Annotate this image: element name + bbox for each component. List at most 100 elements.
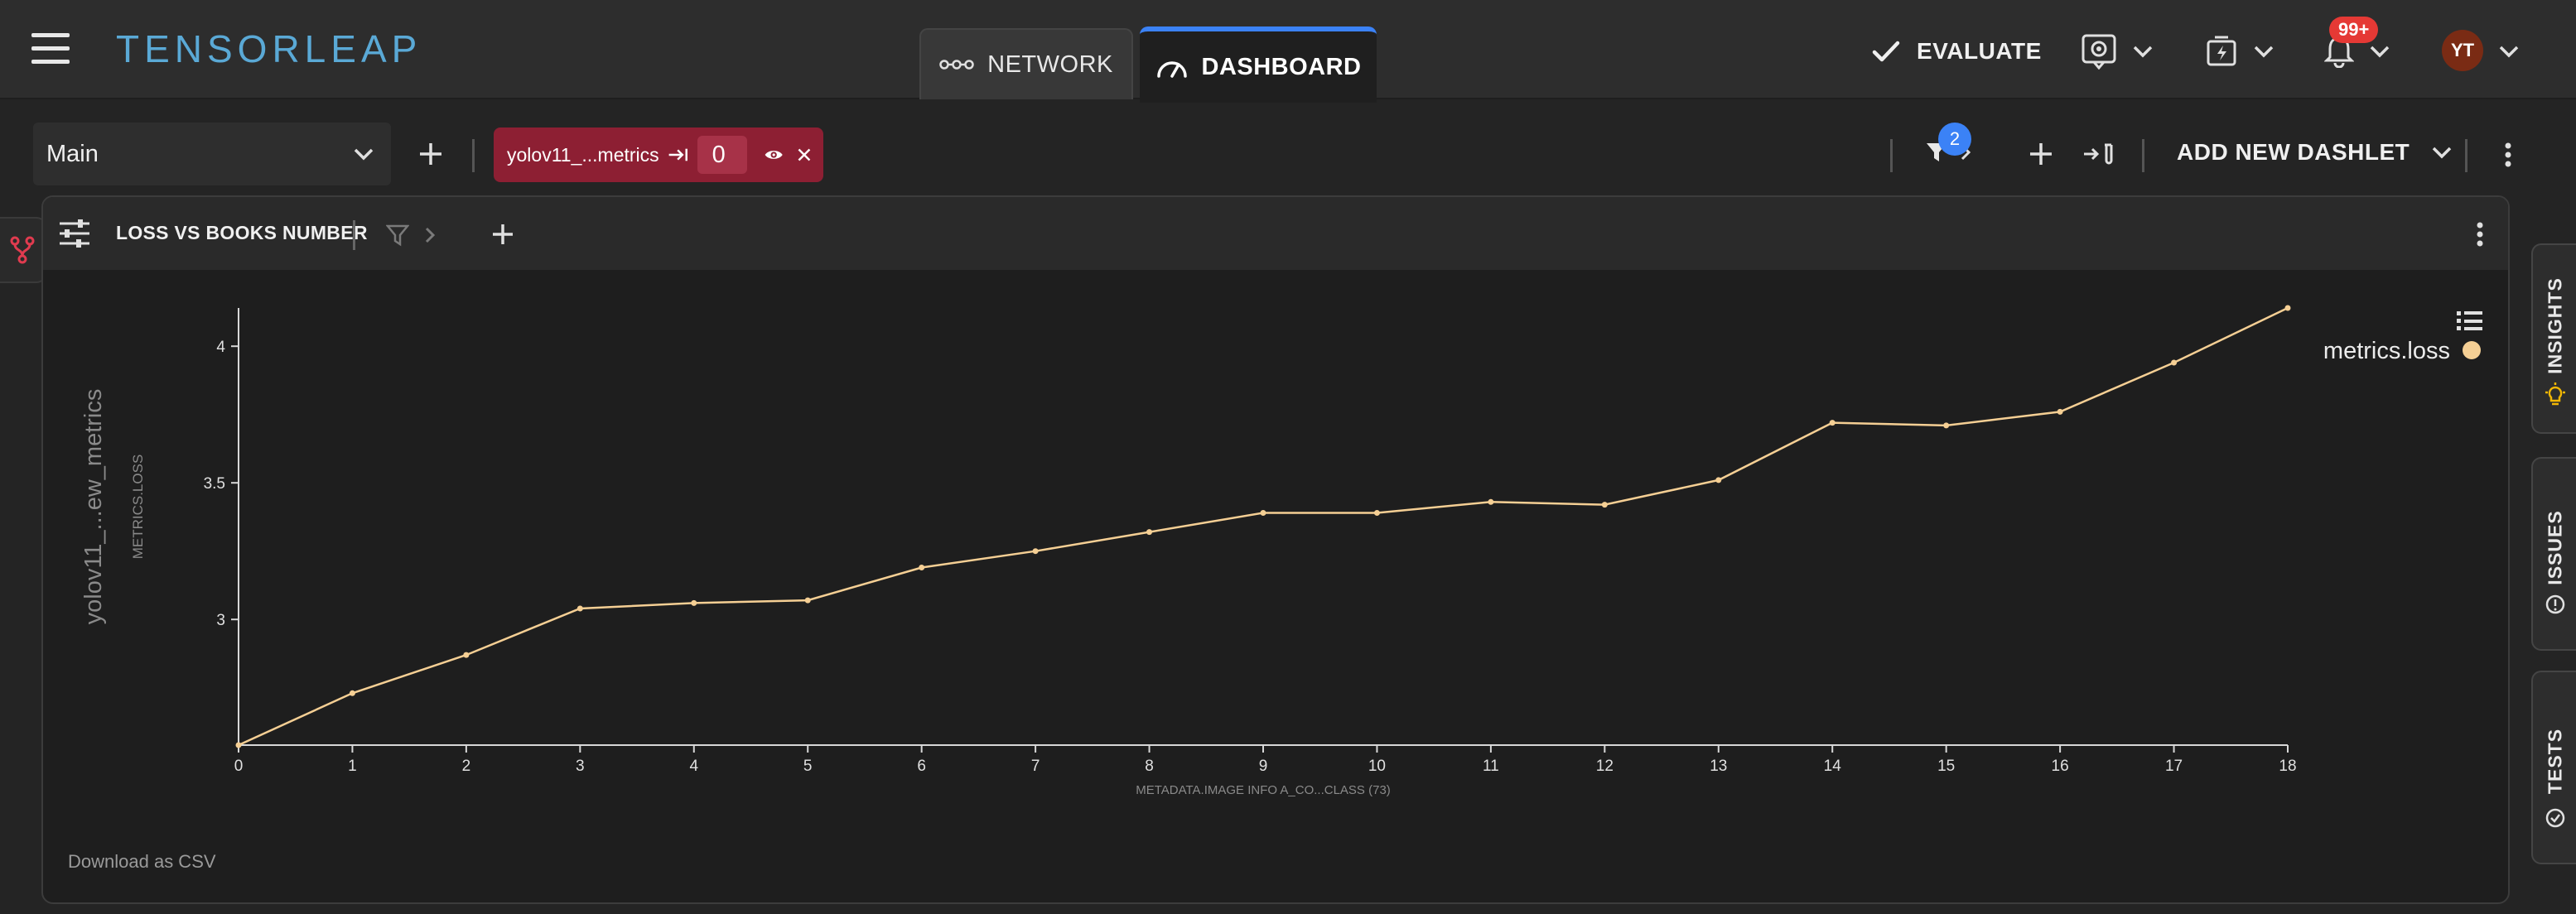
divider [472, 139, 475, 172]
tab-network[interactable]: NETWORK [919, 28, 1133, 99]
support-icon [2082, 34, 2116, 70]
data-point[interactable] [1829, 420, 1836, 426]
lightbulb-icon [2545, 382, 2565, 406]
data-point[interactable] [1032, 548, 1039, 555]
side-tab-insights[interactable]: INSIGHTS [2531, 243, 2576, 434]
data-point[interactable] [576, 605, 583, 612]
evaluate-button[interactable]: EVALUATE [1872, 31, 2042, 71]
data-point[interactable] [1260, 510, 1266, 516]
data-point[interactable] [1373, 510, 1380, 516]
dashlet-add-button[interactable] [490, 222, 515, 251]
legend-series-label[interactable]: metrics.loss [2323, 338, 2450, 364]
plus-icon [493, 224, 513, 244]
data-point[interactable] [1601, 502, 1608, 508]
data-point[interactable] [1146, 529, 1153, 536]
data-point[interactable] [1943, 422, 1950, 429]
side-tab-issues-label: ISSUES [2544, 510, 2566, 585]
x-tick-label: 6 [917, 758, 926, 775]
download-csv-link[interactable]: Download as CSV [68, 851, 216, 873]
chevron-down-icon [354, 148, 374, 161]
divider [353, 220, 355, 250]
x-tick-label: 12 [1596, 758, 1614, 775]
data-point[interactable] [1488, 498, 1494, 505]
x-tick-label: 3 [576, 758, 585, 775]
chart-ylabel: METRICS.LOSS [130, 455, 146, 560]
divider [1890, 139, 1893, 172]
dashlet-title: LOSS VS BOOKS NUMBER [116, 222, 368, 243]
chevron-right-icon [425, 227, 436, 243]
data-point[interactable] [919, 565, 925, 570]
left-panel-toggle[interactable] [0, 217, 46, 283]
x-tick-label: 7 [1031, 758, 1040, 775]
data-point[interactable] [2284, 305, 2291, 311]
y-tick-label: 4 [216, 339, 225, 356]
add-new-dashlet-label: ADD NEW DASHLET [2177, 139, 2410, 165]
x-tick-label: 8 [1145, 758, 1154, 775]
user-menu-chevron[interactable] [2498, 45, 2520, 62]
plus-icon [2030, 143, 2052, 165]
x-tick-label: 5 [803, 758, 813, 775]
x-tick-label: 4 [689, 758, 698, 775]
hamburger-menu-icon[interactable] [31, 33, 71, 65]
more-vertical-icon [2477, 222, 2483, 247]
x-tick-label: 17 [2165, 758, 2183, 775]
dashboard-more-button[interactable] [2503, 142, 2513, 171]
legend-series-swatch [2463, 341, 2481, 359]
tab-dashboard[interactable]: DASHBOARD [1140, 26, 1377, 103]
x-tick-label: 13 [1710, 758, 1727, 775]
chevron-down-icon [2370, 46, 2390, 58]
data-point[interactable] [2057, 408, 2063, 415]
dashlet-settings-button[interactable] [58, 219, 91, 253]
dashboard-select-value: Main [46, 140, 99, 167]
filter-chip[interactable]: yolov11_...metrics 0 [494, 127, 823, 182]
data-point[interactable] [2171, 359, 2178, 366]
dashboard-select[interactable]: Main [33, 123, 391, 185]
add-dashboard-button[interactable] [417, 141, 444, 171]
arrow-to-line-icon [668, 148, 687, 161]
legend-toggle-icon[interactable] [2457, 311, 2482, 330]
data-point[interactable] [349, 690, 355, 696]
close-icon[interactable] [797, 146, 812, 164]
y-tick-label: 3.5 [204, 475, 225, 493]
dashlet-more-button[interactable] [2475, 222, 2485, 251]
data-point[interactable] [235, 742, 242, 748]
divider [2142, 139, 2144, 172]
apply-to-test-button[interactable] [2082, 142, 2115, 170]
app-logo: TENSORLEAP [116, 27, 422, 70]
evaluate-label: EVALUATE [1917, 38, 2042, 64]
chevron-down-icon [2433, 147, 2452, 159]
x-tick-label: 10 [1368, 758, 1386, 775]
x-tick-label: 11 [1483, 758, 1499, 775]
speedometer-icon [1156, 61, 1187, 78]
jobs-icon [2207, 36, 2236, 66]
help-menu-button[interactable] [2081, 25, 2154, 78]
x-tick-label: 18 [2279, 758, 2296, 775]
chevron-down-icon [2499, 46, 2519, 58]
series-layer [235, 305, 2291, 748]
data-point[interactable] [1715, 477, 1722, 483]
chevron-down-icon [2254, 46, 2274, 58]
chevron-down-icon [2133, 46, 2153, 58]
data-point[interactable] [691, 599, 697, 606]
alert-circle-icon [2545, 594, 2565, 614]
data-point[interactable] [463, 652, 470, 658]
add-filter-button[interactable] [2028, 141, 2054, 171]
x-tick-label: 16 [2052, 758, 2069, 775]
side-tab-issues[interactable]: ISSUES [2531, 457, 2576, 651]
user-avatar[interactable]: YT [2442, 30, 2483, 71]
filter-value-input[interactable]: 0 [697, 136, 747, 174]
checkmark-icon [1872, 41, 1900, 62]
arrow-to-flask-icon [2084, 143, 2113, 165]
more-vertical-icon [2505, 142, 2511, 167]
add-new-dashlet-button[interactable]: ADD NEW DASHLET [2177, 139, 2453, 166]
filter-outline-icon [386, 224, 409, 247]
x-tick-label: 9 [1259, 758, 1268, 775]
check-circle-icon [2545, 808, 2565, 828]
jobs-menu-button[interactable] [2205, 25, 2275, 78]
data-point[interactable] [804, 597, 811, 604]
y-ticks: 33.54 [204, 339, 239, 629]
x-tick-label: 1 [348, 758, 357, 775]
side-tab-tests[interactable]: TESTS [2531, 671, 2576, 864]
dashlet-filter-button[interactable] [386, 224, 436, 247]
eye-icon[interactable] [764, 146, 784, 164]
